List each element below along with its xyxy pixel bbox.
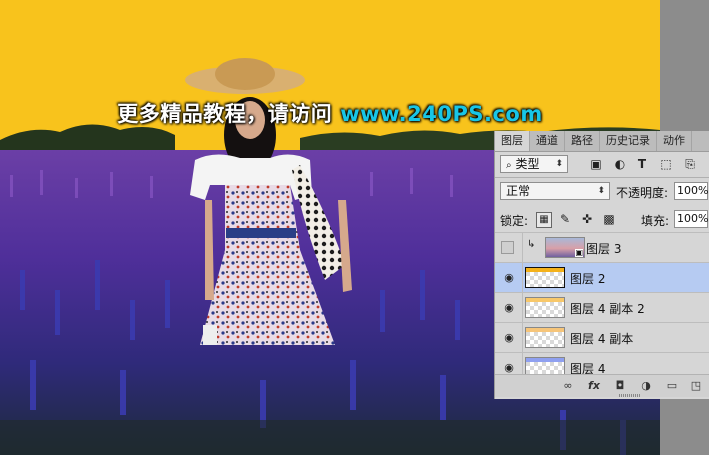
blend-mode-select[interactable]: 正常 ⬍ xyxy=(500,182,610,200)
blend-mode-value: 正常 xyxy=(506,184,531,198)
link-icon[interactable]: ∞ xyxy=(561,379,575,393)
layer-thumbnail xyxy=(525,297,565,318)
lock-image-icon[interactable]: ✎ xyxy=(558,212,572,226)
fill-label: 填充: xyxy=(641,214,670,228)
eye-icon[interactable]: ◉ xyxy=(501,330,517,346)
clipping-arrow-icon: ↳ xyxy=(527,239,536,250)
new-layer-icon[interactable]: ◳ xyxy=(689,379,703,393)
layers-panel: 图层 通道 路径 历史记录 动作 ⌕ 类型 ⬍ ▣ ◐ T ⬚ ⎘ 正常 ⬍ 不… xyxy=(494,131,709,399)
layer-row[interactable]: ◉ 图层 4 xyxy=(495,352,709,374)
opacity-field[interactable]: 100% xyxy=(674,182,708,200)
visibility-toggle-off[interactable] xyxy=(501,241,514,254)
search-icon: ⌕ xyxy=(506,160,512,171)
fx-icon[interactable]: fx xyxy=(587,379,601,393)
watermark-text: 更多精品教程，请访问 xyxy=(117,102,333,126)
panel-tabs: 图层 通道 路径 历史记录 动作 xyxy=(495,131,709,152)
smart-object-badge-icon: ▣ xyxy=(575,248,583,257)
watermark: 更多精品教程，请访问 www.240PS.com xyxy=(0,98,660,128)
layer-filter-value: 类型 xyxy=(515,157,540,171)
opacity-label: 不透明度: xyxy=(616,186,669,200)
eye-icon[interactable]: ◉ xyxy=(501,360,517,374)
smart-object-filter-icon[interactable]: ⎘ xyxy=(683,157,697,171)
lock-transparent-icon[interactable]: ▦ xyxy=(536,212,552,228)
adjustment-filter-icon[interactable]: ◐ xyxy=(613,157,627,171)
panel-resize-grip[interactable] xyxy=(619,394,641,397)
layer-name: 图层 4 副本 2 xyxy=(570,302,645,316)
tab-channels[interactable]: 通道 xyxy=(530,131,565,151)
layer-row-selected[interactable]: ◉ 图层 2 xyxy=(495,262,709,292)
eye-icon[interactable]: ◉ xyxy=(501,270,517,286)
type-filter-icon[interactable]: T xyxy=(635,157,649,171)
mask-icon[interactable]: ◘ xyxy=(613,379,627,393)
shape-filter-icon[interactable]: ⬚ xyxy=(659,157,673,171)
adjustment-icon[interactable]: ◑ xyxy=(639,379,653,393)
fill-field[interactable]: 100% xyxy=(674,210,708,228)
image-filter-icon[interactable]: ▣ xyxy=(589,157,603,171)
group-icon[interactable]: ▭ xyxy=(665,379,679,393)
layer-row[interactable]: ↳ ▣ 图层 3 xyxy=(495,232,709,262)
layer-thumbnail xyxy=(525,327,565,348)
layer-name: 图层 4 副本 xyxy=(570,332,634,346)
layer-row[interactable]: ◉ 图层 4 副本 2 xyxy=(495,292,709,322)
layer-thumbnail: ▣ xyxy=(545,237,585,258)
tab-history[interactable]: 历史记录 xyxy=(600,131,657,151)
layer-filter-select[interactable]: ⌕ 类型 ⬍ xyxy=(500,155,568,173)
updown-arrow-icon: ⬍ xyxy=(555,159,563,169)
layer-name: 图层 4 xyxy=(570,362,606,374)
lock-label: 锁定: xyxy=(500,214,529,228)
layers-panel-footer: ∞ fx ◘ ◑ ▭ ◳ xyxy=(495,374,709,397)
tab-paths[interactable]: 路径 xyxy=(565,131,600,151)
tab-layers[interactable]: 图层 xyxy=(495,131,530,151)
tab-actions[interactable]: 动作 xyxy=(657,131,692,151)
layer-thumbnail xyxy=(525,357,565,374)
layer-name: 图层 2 xyxy=(570,272,606,286)
eye-icon[interactable]: ◉ xyxy=(501,300,517,316)
lock-position-icon[interactable]: ✜ xyxy=(580,212,594,226)
layer-thumbnail xyxy=(525,267,565,288)
lock-all-icon[interactable]: ▩ xyxy=(602,212,616,226)
layer-row[interactable]: ◉ 图层 4 副本 xyxy=(495,322,709,352)
layer-name: 图层 3 xyxy=(586,242,622,256)
updown-arrow-icon: ⬍ xyxy=(597,186,605,196)
watermark-url: www.240PS.com xyxy=(340,102,543,126)
